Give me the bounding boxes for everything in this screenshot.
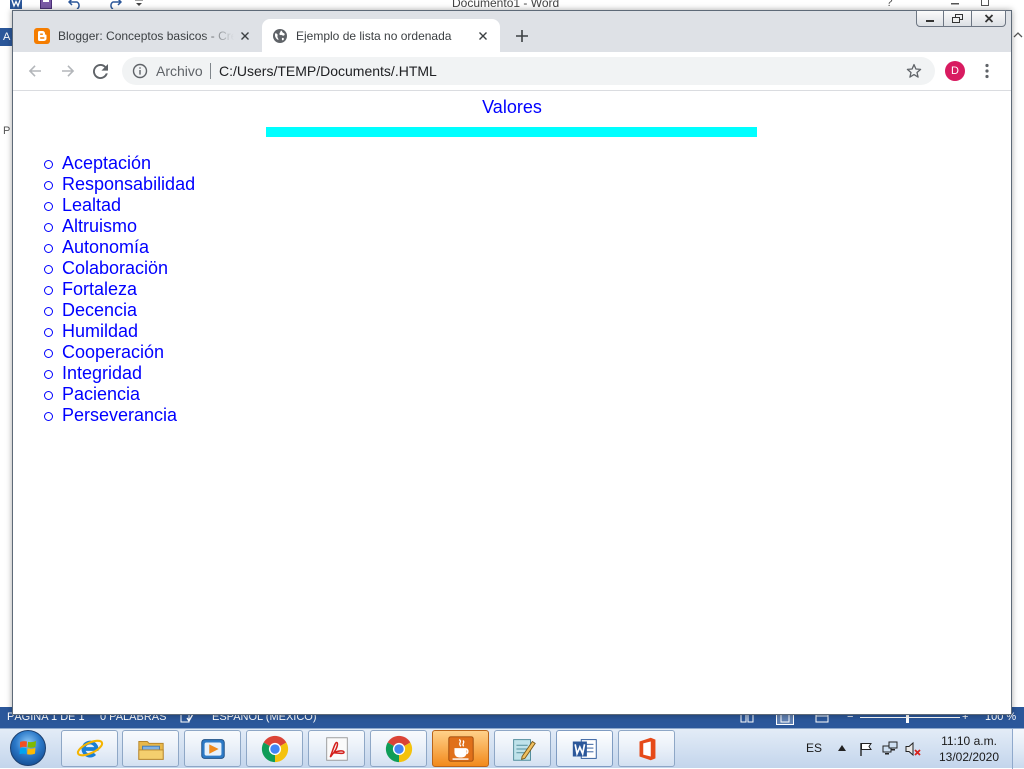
new-tab-button[interactable] <box>508 22 536 50</box>
values-list: Aceptación Responsabilidad Lealtad Altru… <box>13 153 195 426</box>
customize-toolbar-icon[interactable] <box>134 0 144 7</box>
plus-icon <box>516 30 528 42</box>
word-restore-icon[interactable] <box>980 0 990 7</box>
back-button[interactable] <box>21 57 49 85</box>
office-icon <box>639 737 655 760</box>
list-item: Fortaleza <box>13 279 195 300</box>
action-center-flag-icon[interactable] <box>858 741 874 757</box>
file-explorer-icon <box>137 740 164 760</box>
taskbar-button-chrome[interactable] <box>246 730 303 767</box>
back-arrow-icon <box>28 65 41 77</box>
acrobat-icon <box>325 736 348 761</box>
close-tab-button[interactable] <box>237 28 253 44</box>
reload-icon <box>92 63 108 79</box>
taskbar-button-chrome[interactable] <box>370 730 427 767</box>
restore-button[interactable] <box>943 10 972 27</box>
minimize-button[interactable] <box>916 10 944 27</box>
word-window-title: Documento1 - Word <box>452 0 560 10</box>
forward-arrow-icon <box>62 65 75 77</box>
close-icon <box>984 14 993 23</box>
browser-toolbar: Archivo C:/Users/TEMP/Documents/.HTML D <box>13 52 1011 91</box>
address-separator <box>210 63 211 79</box>
zoom-slider-track[interactable] <box>860 717 960 718</box>
collapse-ribbon-icon[interactable] <box>1013 31 1023 39</box>
globe-icon <box>272 28 288 44</box>
cup-icon <box>447 735 474 762</box>
clock-time: 11:10 a.m. <box>941 734 997 748</box>
tab-strip: Blogger: Conceptos basicos - Cre Ejemplo… <box>13 10 1011 53</box>
restore-icon <box>952 14 963 23</box>
close-tab-button[interactable] <box>475 28 491 44</box>
word-app-icon <box>10 0 22 9</box>
list-item: Autonomía <box>13 237 195 258</box>
kebab-menu-icon <box>985 63 989 79</box>
info-icon[interactable] <box>132 63 148 79</box>
bookmark-star-icon[interactable] <box>906 63 922 79</box>
volume-muted-icon[interactable] <box>905 741 921 757</box>
browser-menu-button[interactable] <box>975 59 999 83</box>
profile-avatar[interactable]: D <box>945 61 965 81</box>
close-icon <box>241 32 249 40</box>
list-item: Responsabilidad <box>13 174 195 195</box>
forward-button[interactable] <box>54 57 82 85</box>
taskbar-button-acrobat[interactable] <box>308 730 365 767</box>
minimize-icon <box>926 19 934 22</box>
taskbar-button-word[interactable] <box>556 730 613 767</box>
page-content: Valores Aceptación Responsabilidad Lealt… <box>13 91 1011 714</box>
show-desktop-button[interactable] <box>1012 729 1024 769</box>
list-item: Integridad <box>13 363 195 384</box>
word-ribbon-label[interactable]: P <box>3 124 10 138</box>
tab-ejemplo-lista[interactable]: Ejemplo de lista no ordenada <box>262 19 500 53</box>
taskbar-button-file-explorer[interactable] <box>122 730 179 767</box>
network-icon[interactable] <box>882 741 898 757</box>
internet-explorer-icon <box>76 739 103 757</box>
taskbar-button-internet-explorer[interactable] <box>61 730 118 767</box>
notepad-icon <box>512 738 536 761</box>
taskbar-button-office[interactable] <box>618 730 675 767</box>
address-bar[interactable]: Archivo C:/Users/TEMP/Documents/.HTML <box>122 57 935 85</box>
undo-icon[interactable] <box>68 0 82 9</box>
tab-blogger[interactable]: Blogger: Conceptos basicos - Cre <box>24 19 262 52</box>
list-item: Paciencia <box>13 384 195 405</box>
list-item: Lealtad <box>13 195 195 216</box>
start-button[interactable] <box>10 730 46 766</box>
taskbar-button-cup-app[interactable] <box>432 730 489 767</box>
input-language[interactable]: ES <box>806 741 822 755</box>
tab-title: Ejemplo de lista no ordenada <box>296 29 452 43</box>
page-heading: Valores <box>482 97 542 117</box>
list-item: Decencia <box>13 300 195 321</box>
list-item: Humildad <box>13 321 195 342</box>
list-item: Colaboraciön <box>13 258 195 279</box>
word-icon <box>572 738 597 759</box>
taskbar-button-media-player[interactable] <box>184 730 241 767</box>
redo-icon[interactable] <box>108 0 122 9</box>
reload-button[interactable] <box>86 57 114 85</box>
url-text: C:/Users/TEMP/Documents/.HTML <box>219 63 437 79</box>
tab-title: Blogger: Conceptos basicos - Cre <box>58 29 234 43</box>
browser-window: Blogger: Conceptos basicos - Cre Ejemplo… <box>12 10 1012 715</box>
close-icon <box>479 32 487 40</box>
chrome-icon <box>261 735 288 762</box>
system-clock[interactable]: 11:10 a.m. 13/02/2020 <box>936 733 1002 765</box>
chrome-icon <box>385 735 412 762</box>
blogger-icon <box>34 28 50 44</box>
list-item: Aceptación <box>13 153 195 174</box>
save-icon[interactable] <box>40 0 52 9</box>
close-window-button[interactable] <box>971 10 1006 27</box>
media-player-icon <box>200 738 225 759</box>
word-minimize-icon[interactable] <box>950 0 960 7</box>
list-item: Perseverancia <box>13 405 195 426</box>
cyan-divider-bar <box>266 127 757 137</box>
list-item: Altruismo <box>13 216 195 237</box>
show-hidden-icons-icon[interactable] <box>837 744 847 752</box>
taskbar: ES 11:10 a.m. 13/02/2020 <box>0 728 1024 769</box>
taskbar-button-notepad[interactable] <box>494 730 551 767</box>
list-item: Cooperación <box>13 342 195 363</box>
windows-logo-icon <box>19 741 36 755</box>
word-help-button[interactable]: ? <box>886 0 893 9</box>
url-scheme-label: Archivo <box>156 63 203 79</box>
clock-date: 13/02/2020 <box>938 750 1000 764</box>
